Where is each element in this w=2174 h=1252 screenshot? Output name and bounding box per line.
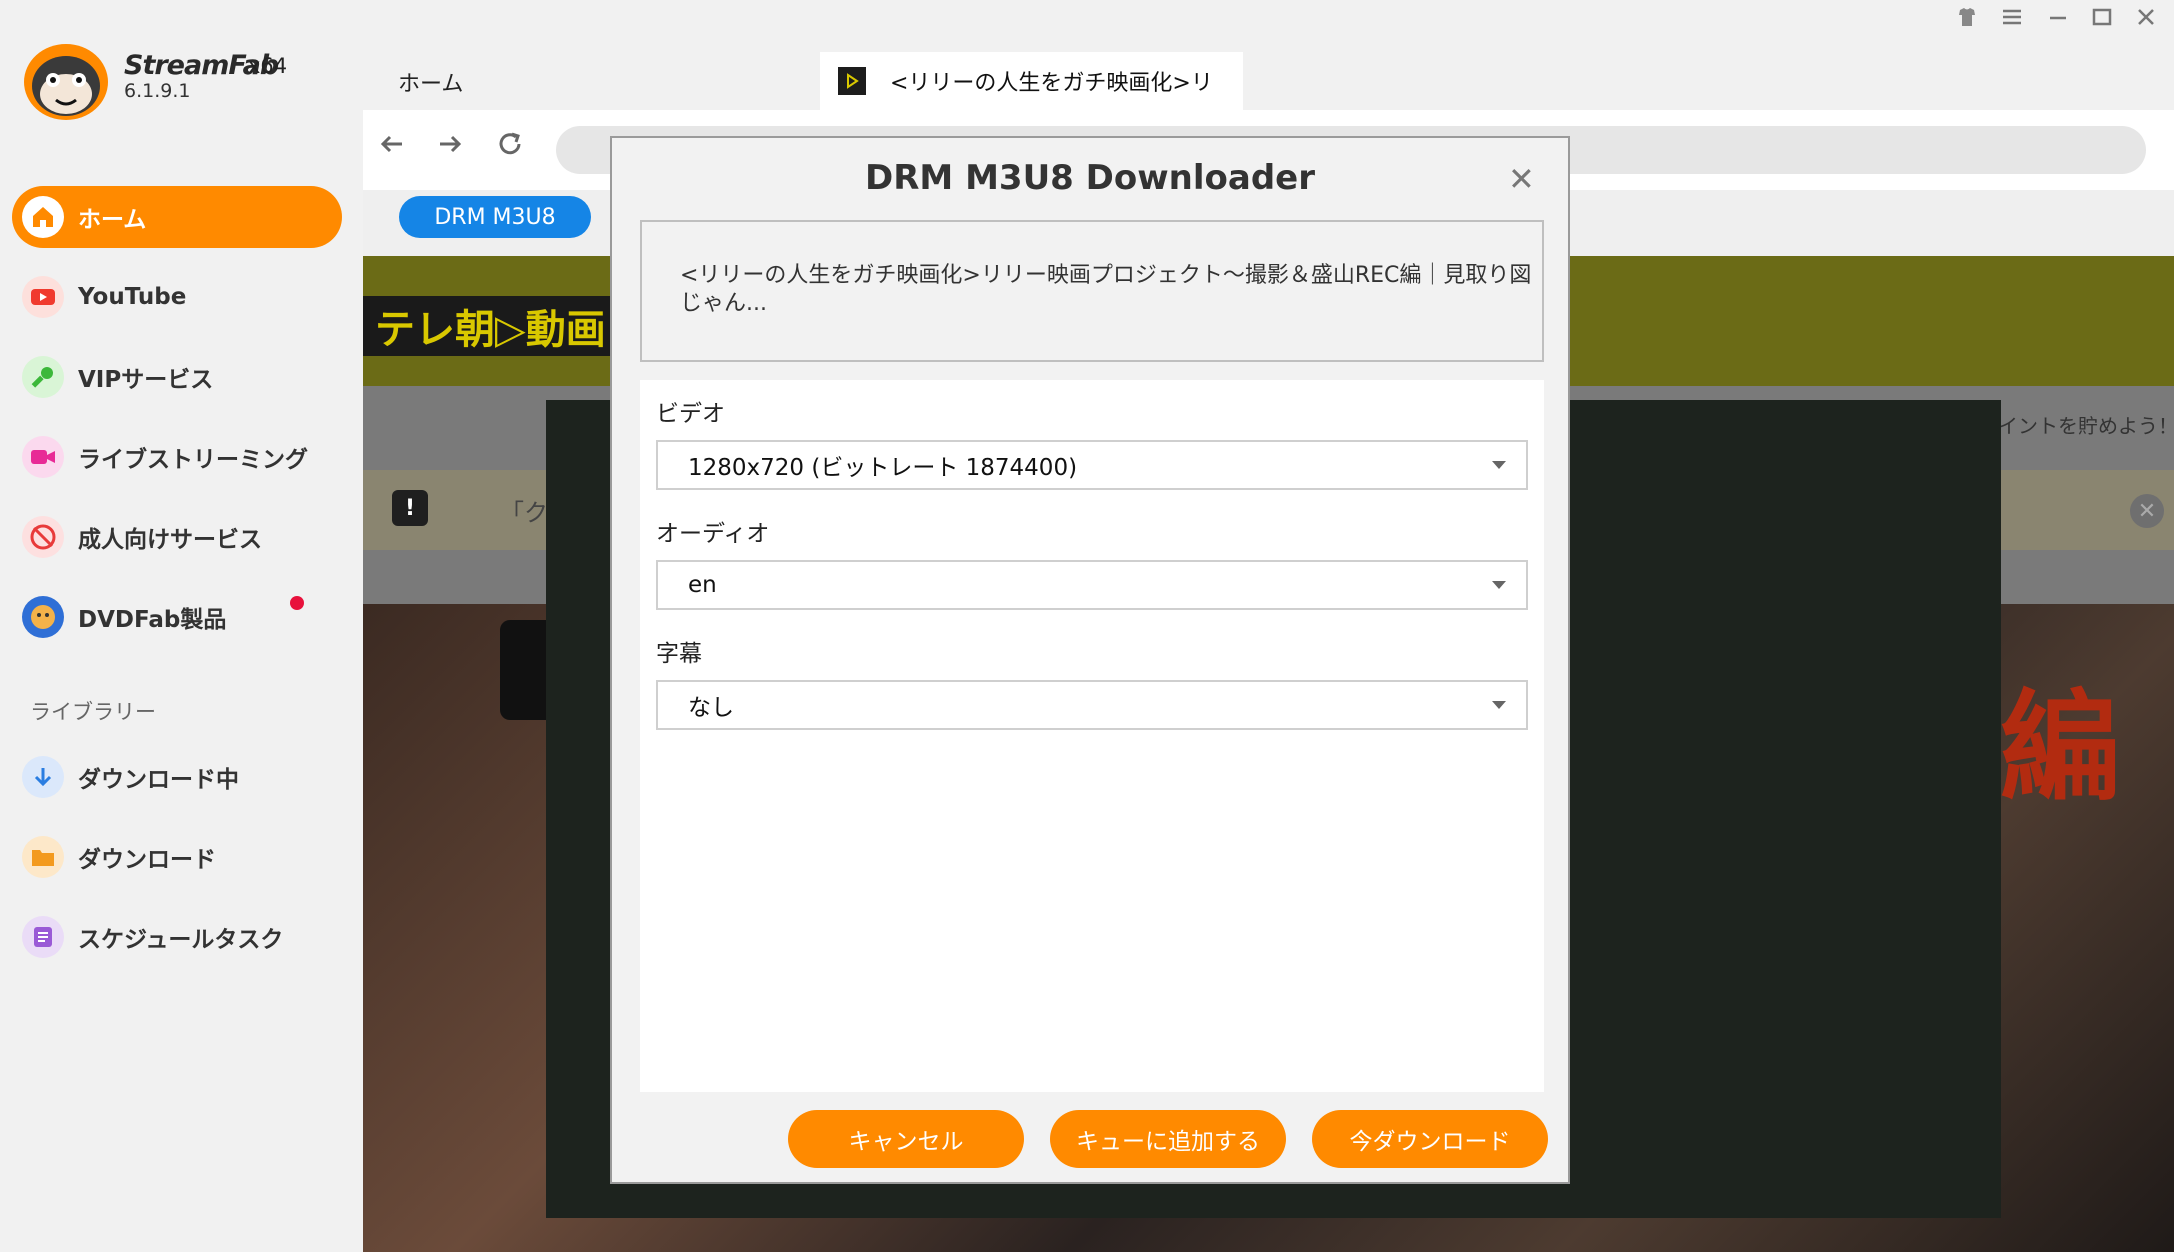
folder-icon (22, 836, 64, 878)
sidebar-item-youtube[interactable]: YouTube (12, 266, 342, 328)
key-icon (22, 356, 64, 398)
library-heading: ライブラリー (30, 700, 156, 724)
sidebar-item-vip[interactable]: VIPサービス (12, 346, 342, 408)
sidebar-item-label: DVDFab製品 (78, 607, 227, 633)
drm-m3u8-button[interactable]: DRM M3U8 (399, 196, 591, 238)
video-quality-value: 1280x720 (ビットレート 1874400) (688, 455, 1078, 481)
notification-dot (290, 596, 304, 610)
sidebar-item-adult[interactable]: 成人向けサービス (12, 506, 342, 568)
youtube-icon (22, 276, 64, 318)
sidebar-item-label: YouTube (78, 284, 187, 310)
skin-icon[interactable] (1956, 6, 1978, 34)
sidebar-item-label: VIPサービス (78, 367, 214, 393)
cancel-button[interactable]: キャンセル (788, 1110, 1024, 1168)
download-now-button[interactable]: 今ダウンロード (1312, 1110, 1548, 1168)
audio-value: en (688, 572, 717, 598)
site-logo: テレ朝▷動画 (363, 296, 613, 356)
add-to-queue-button[interactable]: キューに追加する (1050, 1110, 1286, 1168)
notice-alert-icon: ! (392, 490, 428, 526)
subtitle-label: 字幕 (656, 641, 702, 667)
chevron-down-icon (1492, 581, 1506, 589)
video-title-text: <リリーの人生をガチ映画化>リリー映画プロジェクト〜撮影＆盛山REC編｜見取り図… (680, 263, 1532, 316)
adult-icon (22, 516, 64, 558)
video-label: ビデオ (656, 401, 725, 427)
sidebar-item-live[interactable]: ライブストリーミング (12, 426, 342, 488)
maximize-icon[interactable] (2090, 6, 2114, 34)
reload-icon[interactable] (494, 128, 526, 168)
sidebar-item-label: ダウンロード中 (78, 767, 239, 793)
sidebar-item-downloaded[interactable]: ダウンロード (12, 826, 342, 888)
dialog-title: DRM M3U8 Downloader (865, 158, 1315, 198)
dialog-close-icon[interactable]: ✕ (1508, 160, 1535, 198)
app-version: 6.1.9.1 (124, 80, 191, 102)
sidebar-item-label: ホーム (78, 207, 147, 233)
dvdfab-icon (22, 596, 64, 638)
tab-video[interactable]: <リリーの人生をガチ映画化>リ (820, 52, 1243, 110)
tab-home[interactable]: ホーム (398, 66, 463, 98)
home-icon (22, 196, 64, 238)
sidebar-item-schedule[interactable]: スケジュールタスク (12, 906, 342, 968)
options-panel: ビデオ 1280x720 (ビットレート 1874400) オーディオ en 字… (640, 380, 1544, 1092)
streamfab-logo (20, 36, 112, 124)
audio-select[interactable]: en (656, 560, 1528, 610)
hero-title-text: 編 (2000, 679, 2120, 818)
minimize-icon[interactable] (2046, 6, 2070, 34)
tab-title: <リリーの人生をガチ映画化>リ (890, 71, 1213, 96)
notice-text: 「ク (500, 499, 548, 527)
subtitle-value: なし (688, 695, 734, 721)
close-window-icon[interactable] (2134, 6, 2158, 34)
chevron-down-icon (1492, 701, 1506, 709)
tab-bar (363, 0, 2174, 110)
download-arrow-icon (22, 756, 64, 798)
schedule-list-icon (22, 916, 64, 958)
menu-icon[interactable] (2000, 6, 2024, 34)
forward-arrow-icon[interactable] (434, 128, 466, 168)
sidebar-item-label: ライブストリーミング (78, 447, 308, 473)
subtitle-select[interactable]: なし (656, 680, 1528, 730)
sidebar-item-label: スケジュールタスク (78, 927, 284, 953)
drm-downloader-dialog: DRM M3U8 Downloader ✕ <リリーの人生をガチ映画化>リリー映… (610, 136, 1570, 1184)
arch-label: x64 (248, 54, 288, 78)
notice-close-icon[interactable]: ✕ (2130, 494, 2164, 528)
back-arrow-icon[interactable] (376, 128, 408, 168)
video-quality-select[interactable]: 1280x720 (ビットレート 1874400) (656, 440, 1528, 490)
points-banner-text: イントを貯めよう！ (1998, 414, 2174, 438)
sidebar-item-home[interactable]: ホーム (12, 186, 342, 248)
tv-asahi-play-icon (838, 67, 866, 95)
sidebar-item-dvdfab[interactable]: DVDFab製品 (12, 586, 342, 648)
chevron-down-icon (1492, 461, 1506, 469)
sidebar-item-label: ダウンロード (78, 847, 216, 873)
video-title-box: <リリーの人生をガチ映画化>リリー映画プロジェクト〜撮影＆盛山REC編｜見取り図… (640, 220, 1544, 362)
live-camera-icon (22, 436, 64, 478)
sidebar-item-label: 成人向けサービス (78, 527, 262, 553)
audio-label: オーディオ (656, 521, 770, 547)
sidebar-item-downloading[interactable]: ダウンロード中 (12, 746, 342, 808)
